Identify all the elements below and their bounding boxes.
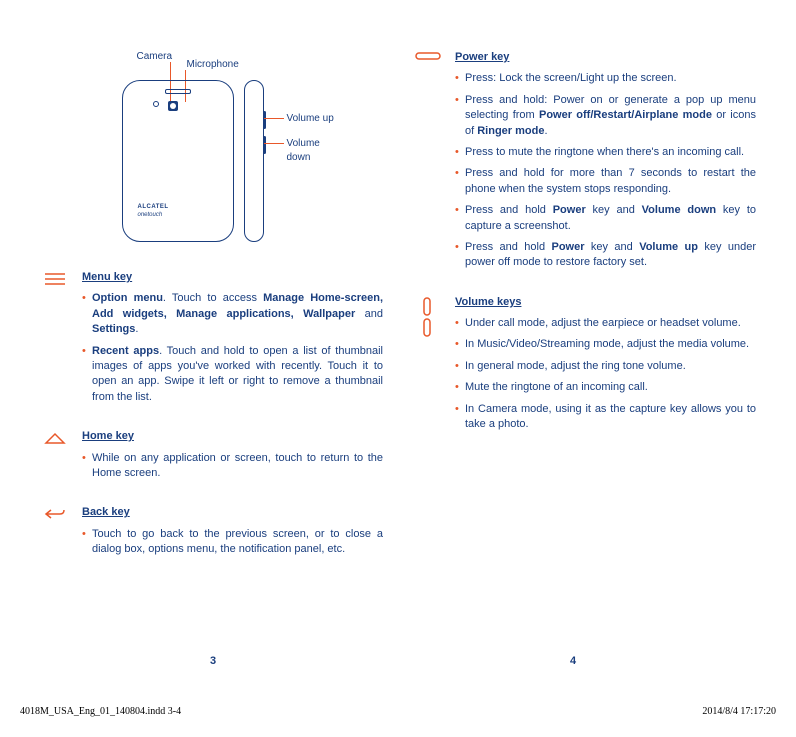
- menu-key-icon: [45, 272, 65, 286]
- page-number-right: 4: [570, 655, 576, 667]
- power-key-icon: [415, 52, 441, 62]
- list-item: Press and hold for more than 7 seconds t…: [455, 166, 756, 197]
- label-camera: Camera: [137, 50, 173, 64]
- phone-front: ALCATEL onetouch: [122, 80, 234, 242]
- list-item: Press and hold: Power on or generate a p…: [455, 93, 756, 139]
- phone-diagram: Camera Microphone ALCATEL onetouch Volum…: [82, 50, 342, 250]
- back-key-heading: Back key: [82, 505, 383, 520]
- menu-key-heading: Menu key: [82, 270, 383, 285]
- label-volume-up: Volume up: [287, 112, 334, 126]
- volume-keys-heading: Volume keys: [455, 295, 756, 310]
- list-item: Mute the ringtone of an incoming call.: [455, 380, 756, 395]
- label-microphone: Microphone: [187, 58, 239, 72]
- back-key-icon: [44, 507, 66, 521]
- home-key-heading: Home key: [82, 429, 383, 444]
- list-item: In Music/Video/Streaming mode, adjust th…: [455, 337, 756, 352]
- footer-file: 4018M_USA_Eng_01_140804.indd 3-4: [20, 706, 181, 717]
- list-item: While on any application or screen, touc…: [82, 451, 383, 482]
- list-item: Option menu. Touch to access Manage Home…: [82, 291, 383, 337]
- volume-keys-icon: [423, 297, 433, 337]
- brand-sub: onetouch: [138, 211, 163, 219]
- list-item: In general mode, adjust the ring tone vo…: [455, 359, 756, 374]
- list-item: In Camera mode, using it as the capture …: [455, 402, 756, 433]
- list-item: Press: Lock the screen/Light up the scre…: [455, 71, 756, 86]
- list-item: Recent apps. Touch and hold to open a li…: [82, 344, 383, 406]
- label-volume-down: Volume down: [287, 137, 342, 165]
- list-item: Touch to go back to the previous screen,…: [82, 527, 383, 558]
- power-key-heading: Power key: [455, 50, 756, 65]
- list-item: Under call mode, adjust the earpiece or …: [455, 316, 756, 331]
- home-key-icon: [44, 431, 66, 445]
- list-item: Press and hold Power key and Volume up k…: [455, 240, 756, 271]
- list-item: Press and hold Power key and Volume down…: [455, 203, 756, 234]
- list-item: Press to mute the ringtone when there's …: [455, 145, 756, 160]
- phone-side: [244, 80, 264, 242]
- page-number-left: 3: [210, 655, 216, 667]
- footer-date: 2014/8/4 17:17:20: [702, 706, 776, 717]
